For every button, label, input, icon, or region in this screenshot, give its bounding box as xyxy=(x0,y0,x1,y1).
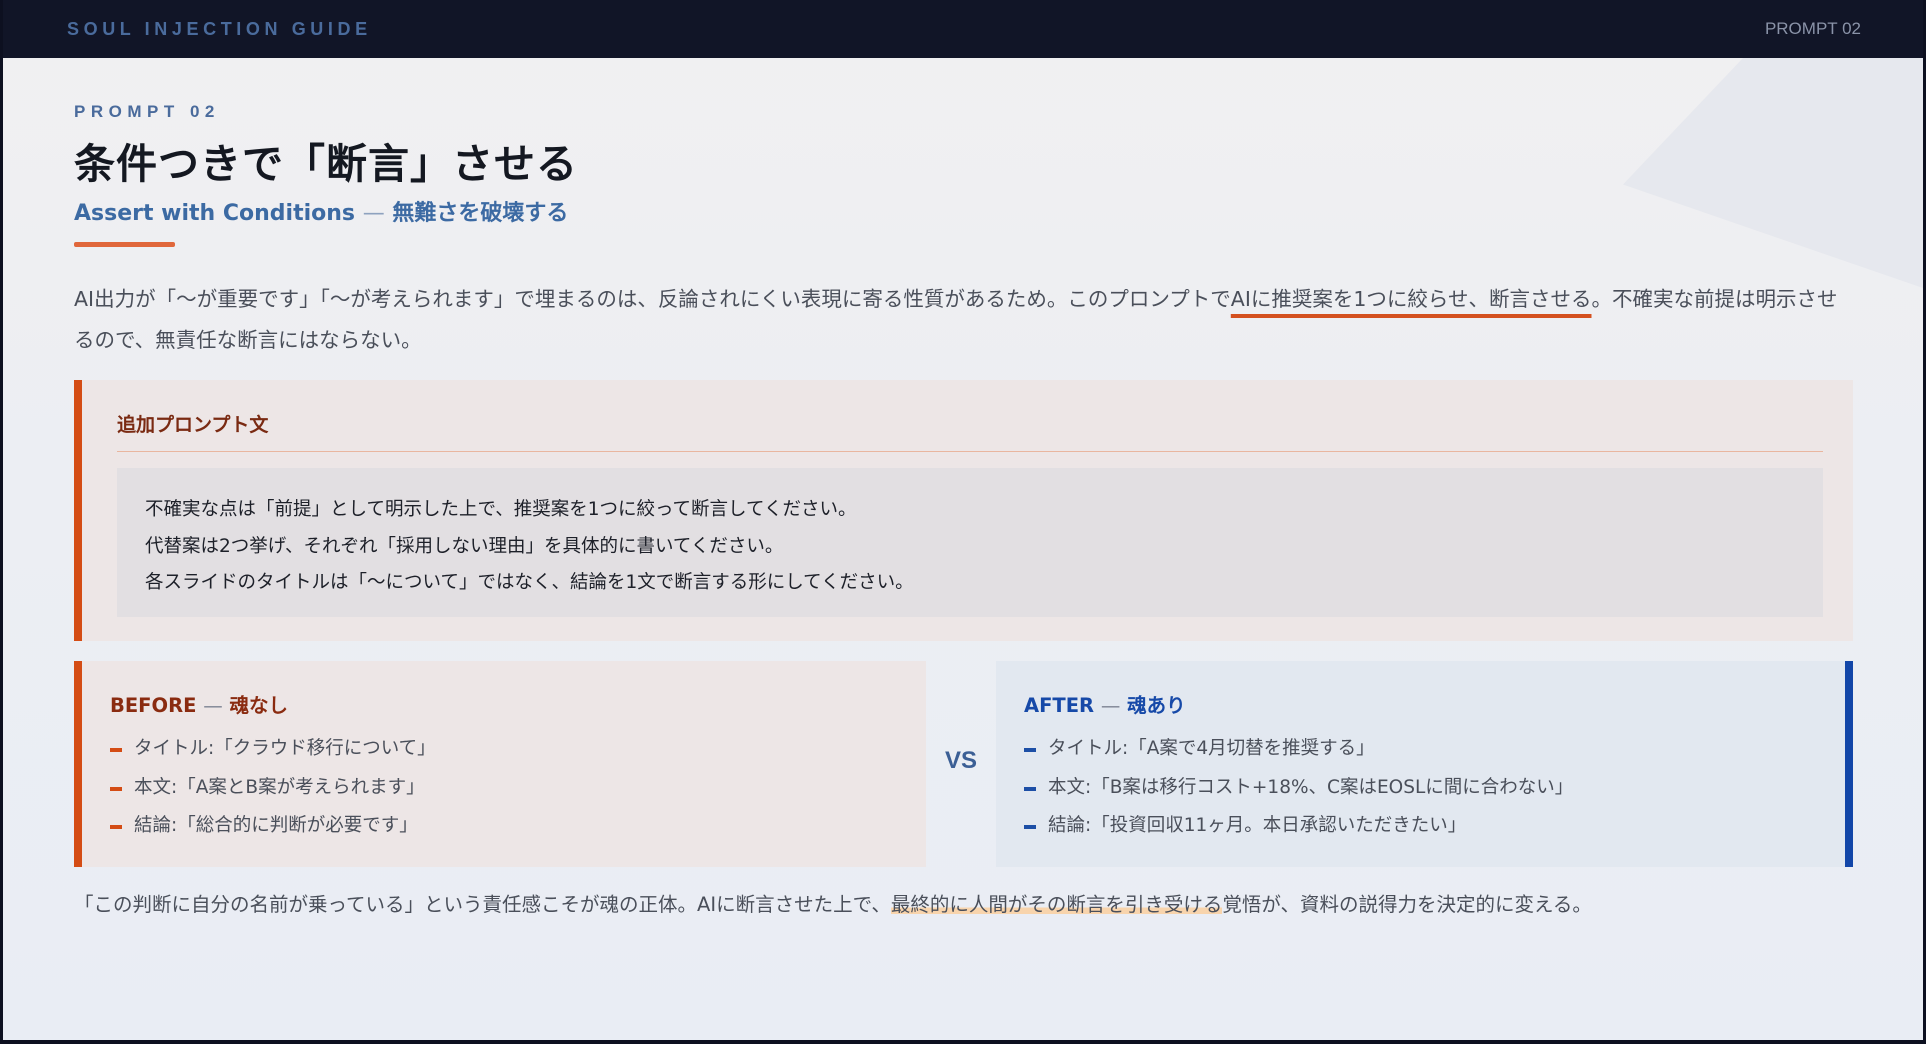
vs-label: VS xyxy=(944,747,977,774)
prompt-line: 各スライドのタイトルは「〜について」ではなく、結論を1文で断言する形にしてくださ… xyxy=(145,572,914,593)
prompt-divider xyxy=(117,451,1823,452)
before-heading: BEFORE — 魂なし xyxy=(110,689,288,718)
footer-text-end: 覚悟が、資料の説得力を決定的に変える。 xyxy=(1222,893,1592,916)
prompt-line: 不確実な点は「前提」として明示した上で、推奨案を1つに絞って断言してください。 xyxy=(145,499,857,520)
before-tag: 魂なし xyxy=(229,694,289,717)
bullet-dash-icon xyxy=(1024,825,1036,829)
list-item: 結論:「投資回収11ヶ月。本日承認いただきたい」 xyxy=(1024,807,1573,846)
footer-highlight: 最終的に人間がその断言を引き受ける xyxy=(890,893,1223,916)
prompt-line: 代替案は2つ挙げ、それぞれ「採用しない理由」を具体的に書いてください。 xyxy=(145,535,784,557)
after-list: タイトル:「A案で4月切替を推奨する」 本文:「B案は移行コスト+18%、C案は… xyxy=(1024,730,1573,846)
bullet-dash-icon xyxy=(110,786,122,791)
after-heading: AFTER — 魂あり xyxy=(1024,689,1186,718)
decorative-shape xyxy=(1623,58,1923,288)
top-bar: SOUL INJECTION GUIDE PROMPT 02 xyxy=(3,0,1923,58)
list-item: タイトル:「A案で4月切替を推奨する」 xyxy=(1024,730,1573,769)
page-subtitle: Assert with Conditions — 無難さを破壊する xyxy=(74,195,568,227)
prompt-text-block[interactable]: 不確実な点は「前提」として明示した上で、推奨案を1つに絞って断言してください。 … xyxy=(117,468,1823,617)
before-list: タイトル:「クラウド移行について」 本文:「A案とB案が考えられます」 結論:「… xyxy=(110,730,436,846)
page-tag: PROMPT 02 xyxy=(1764,19,1861,38)
bullet-dash-icon xyxy=(110,748,122,752)
after-tag: 魂あり xyxy=(1127,694,1186,717)
lead-text-start: AI出力が「〜が重要です」「〜が考えられます」で埋まるのは、反論されにくい表現に… xyxy=(74,287,1231,311)
after-panel: AFTER — 魂あり タイトル:「A案で4月切替を推奨する」 本文:「B案は移… xyxy=(996,661,1853,867)
list-item-text: 本文:「B案は移行コスト+18%、C案はEOSLに間に合わない」 xyxy=(1048,776,1574,798)
lead-paragraph: AI出力が「〜が重要です」「〜が考えられます」で埋まるのは、反論されにくい表現に… xyxy=(74,279,1854,361)
list-item-text: タイトル:「A案で4月切替を推奨する」 xyxy=(1048,738,1375,759)
bullet-dash-icon xyxy=(1024,748,1036,752)
footer-paragraph: 「この判断に自分の名前が乗っている」という責任感こそが魂の正体。AIに断言させた… xyxy=(74,886,1854,924)
prompt-box: 追加プロンプト文 不確実な点は「前提」として明示した上で、推奨案を1つに絞って断… xyxy=(74,380,1853,641)
before-dash: — xyxy=(203,694,223,717)
subtitle-japanese: 無難さを破壊する xyxy=(392,201,569,226)
list-item-text: 本文:「A案とB案が考えられます」 xyxy=(134,776,425,798)
prompt-label: 追加プロンプト文 xyxy=(117,414,269,436)
page-title: 条件つきで「断言」させる xyxy=(74,140,578,188)
lead-emphasis: AIに推奨案を1つに絞らせ、断言させる xyxy=(1230,287,1592,311)
brand-label: SOUL INJECTION GUIDE xyxy=(67,19,372,39)
footer-text-start: 「この判断に自分の名前が乗っている」という責任感こそが魂の正体。AIに断言させた… xyxy=(74,893,891,916)
subtitle-dash: — xyxy=(362,201,385,226)
before-panel: BEFORE — 魂なし タイトル:「クラウド移行について」 本文:「A案とB案… xyxy=(74,661,926,867)
accent-bar xyxy=(74,242,175,247)
list-item-text: タイトル:「クラウド移行について」 xyxy=(134,738,436,759)
kicker: PROMPT 02 xyxy=(74,102,220,121)
after-label: AFTER xyxy=(1024,694,1095,717)
list-item: タイトル:「クラウド移行について」 xyxy=(110,730,436,769)
before-label: BEFORE xyxy=(110,694,197,717)
list-item-text: 結論:「投資回収11ヶ月。本日承認いただきたい」 xyxy=(1048,815,1467,836)
list-item: 本文:「B案は移行コスト+18%、C案はEOSLに間に合わない」 xyxy=(1024,769,1573,808)
list-item: 結論:「総合的に判断が必要です」 xyxy=(110,807,436,846)
subtitle-english: Assert with Conditions xyxy=(74,201,356,226)
bullet-dash-icon xyxy=(1024,786,1036,791)
list-item-text: 結論:「総合的に判断が必要です」 xyxy=(134,815,418,836)
after-dash: — xyxy=(1100,694,1121,717)
list-item: 本文:「A案とB案が考えられます」 xyxy=(110,769,436,808)
bullet-dash-icon xyxy=(110,825,122,829)
slide: SOUL INJECTION GUIDE PROMPT 02 PROMPT 02… xyxy=(3,0,1923,1040)
